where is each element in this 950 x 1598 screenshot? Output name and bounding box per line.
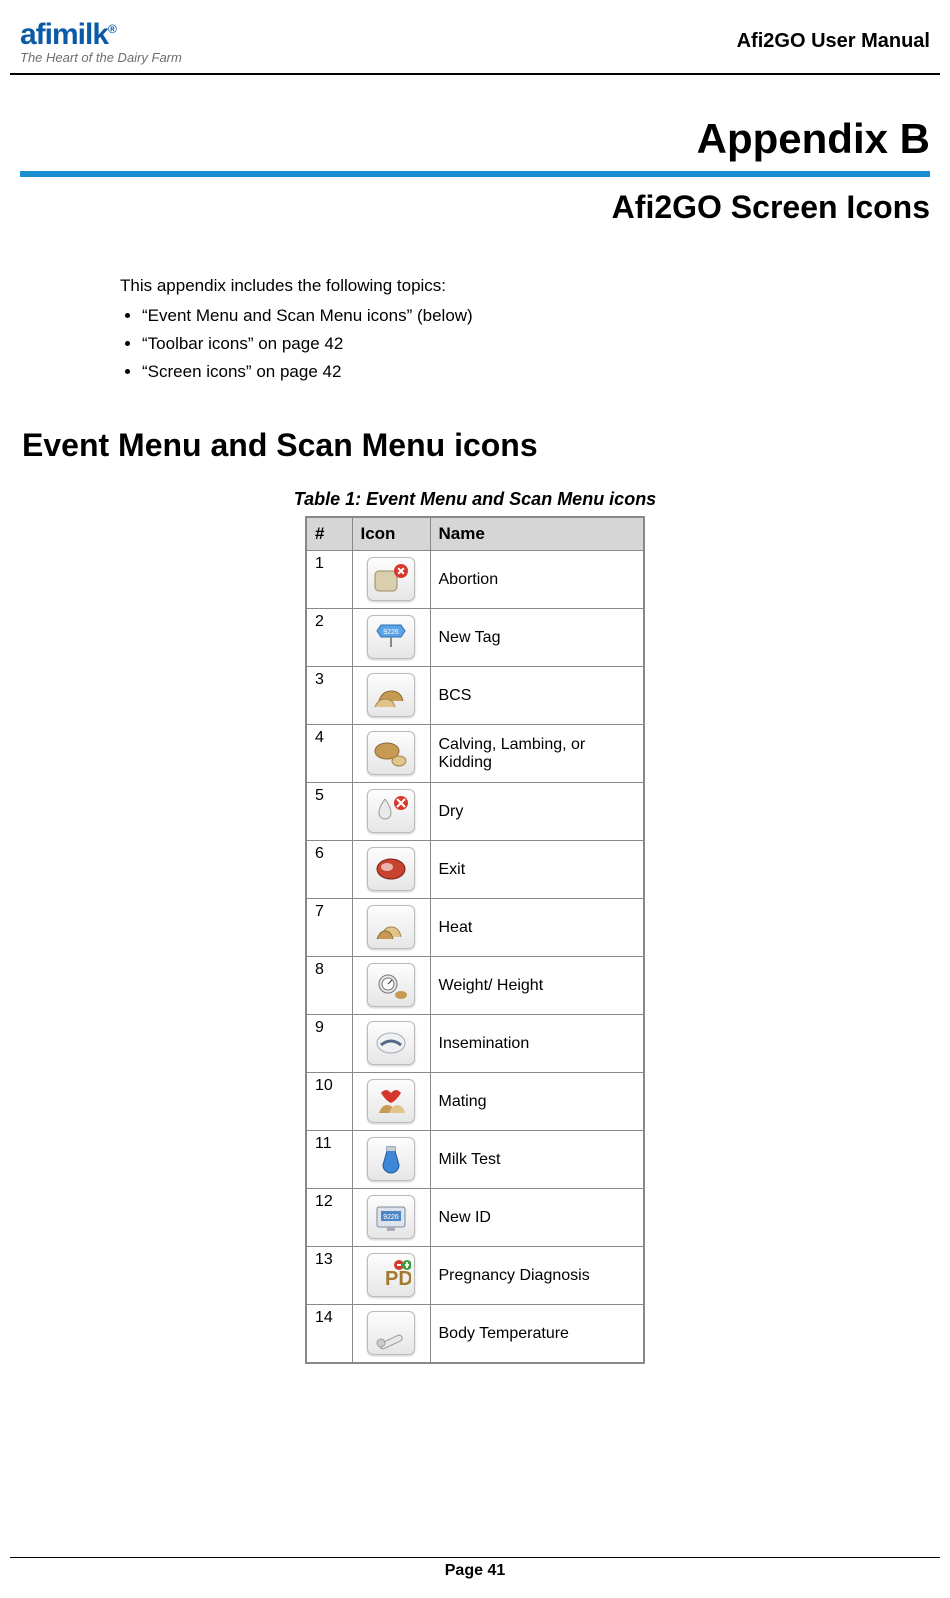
registered-mark: ® (108, 22, 116, 36)
row-name: Mating (430, 1073, 644, 1131)
page-footer: Page 41 (10, 1557, 940, 1580)
row-number: 14 (306, 1305, 352, 1364)
table-row: 13 PD Pregnancy Diagnosis (306, 1247, 644, 1305)
topic-item: “Event Menu and Scan Menu icons” (below) (142, 306, 940, 326)
row-number: 1 (306, 551, 352, 609)
table-row: 14 Body Temperature (306, 1305, 644, 1364)
table-header-row: # Icon Name (306, 517, 644, 551)
row-number: 5 (306, 783, 352, 841)
heat-icon (367, 905, 415, 949)
row-name: Abortion (430, 551, 644, 609)
brand-tagline: The Heart of the Dairy Farm (20, 50, 182, 65)
row-name: New ID (430, 1189, 644, 1247)
table-row: 12 9226 New ID (306, 1189, 644, 1247)
new-tag-icon: 9226 (367, 615, 415, 659)
row-name: Pregnancy Diagnosis (430, 1247, 644, 1305)
row-icon-cell (352, 841, 430, 899)
row-number: 9 (306, 1015, 352, 1073)
row-icon-cell (352, 667, 430, 725)
table-row: 5 Dry (306, 783, 644, 841)
row-name: Calving, Lambing, or Kidding (430, 725, 644, 783)
table-row: 6 Exit (306, 841, 644, 899)
weight-height-icon (367, 963, 415, 1007)
row-number: 4 (306, 725, 352, 783)
svg-text:9226: 9226 (383, 1214, 399, 1221)
table-row: 8 Weight/ Height (306, 957, 644, 1015)
row-icon-cell (352, 957, 430, 1015)
row-number: 6 (306, 841, 352, 899)
row-icon-cell (352, 1131, 430, 1189)
row-icon-cell: 9226 (352, 609, 430, 667)
icon-table: # Icon Name 1 Abortion 2 9226 New Tag 3 BCS 4 Ca… (305, 516, 645, 1364)
milk-test-icon (367, 1137, 415, 1181)
table-row: 3 BCS (306, 667, 644, 725)
row-icon-cell (352, 725, 430, 783)
svg-text:9226: 9226 (383, 629, 399, 636)
row-number: 11 (306, 1131, 352, 1189)
brand-logo: afimilk® The Heart of the Dairy Farm (20, 18, 182, 65)
col-header-num: # (306, 517, 352, 551)
col-header-name: Name (430, 517, 644, 551)
row-icon-cell: PD (352, 1247, 430, 1305)
insemination-icon (367, 1021, 415, 1065)
brand-wordmark: afimilk® (20, 18, 182, 52)
topic-item: “Screen icons” on page 42 (142, 362, 940, 382)
row-icon-cell: 9226 (352, 1189, 430, 1247)
intro-text: This appendix includes the following top… (120, 276, 940, 296)
pregnancy-diagnosis-icon: PD (367, 1253, 415, 1297)
row-name: Body Temperature (430, 1305, 644, 1364)
topic-item: “Toolbar icons” on page 42 (142, 334, 940, 354)
row-number: 3 (306, 667, 352, 725)
row-icon-cell (352, 1015, 430, 1073)
row-name: Weight/ Height (430, 957, 644, 1015)
row-number: 12 (306, 1189, 352, 1247)
section-heading: Event Menu and Scan Menu icons (22, 427, 940, 464)
brand-name: afimilk (20, 18, 108, 51)
body-temperature-icon (367, 1311, 415, 1355)
intro-block: This appendix includes the following top… (120, 276, 940, 382)
table-row: 11 Milk Test (306, 1131, 644, 1189)
table-row: 2 9226 New Tag (306, 609, 644, 667)
appendix-heading: Appendix B (10, 115, 930, 163)
exit-icon (367, 847, 415, 891)
row-name: BCS (430, 667, 644, 725)
mating-icon (367, 1079, 415, 1123)
bcs-icon (367, 673, 415, 717)
row-number: 7 (306, 899, 352, 957)
col-header-icon: Icon (352, 517, 430, 551)
row-icon-cell (352, 899, 430, 957)
row-number: 8 (306, 957, 352, 1015)
appendix-subtitle: Afi2GO Screen Icons (10, 189, 930, 226)
row-number: 2 (306, 609, 352, 667)
document-title: Afi2GO User Manual (737, 30, 930, 53)
row-icon-cell (352, 783, 430, 841)
page-body: Appendix B Afi2GO Screen Icons This appe… (0, 75, 950, 1364)
page-number: Page 41 (445, 1562, 505, 1579)
topic-list: “Event Menu and Scan Menu icons” (below)… (142, 306, 940, 382)
row-icon-cell (352, 1073, 430, 1131)
row-name: Dry (430, 783, 644, 841)
dry-icon (367, 789, 415, 833)
svg-text:PD: PD (385, 1268, 411, 1290)
abortion-icon (367, 557, 415, 601)
row-icon-cell (352, 551, 430, 609)
row-name: New Tag (430, 609, 644, 667)
row-icon-cell (352, 1305, 430, 1364)
calving-icon (367, 731, 415, 775)
table-row: 9 Insemination (306, 1015, 644, 1073)
table-row: 7 Heat (306, 899, 644, 957)
table-row: 1 Abortion (306, 551, 644, 609)
page-header: afimilk® The Heart of the Dairy Farm Afi… (10, 0, 940, 75)
table-row: 10 Mating (306, 1073, 644, 1131)
row-number: 13 (306, 1247, 352, 1305)
heading-rule (20, 171, 930, 177)
new-id-icon: 9226 (367, 1195, 415, 1239)
table-row: 4 Calving, Lambing, or Kidding (306, 725, 644, 783)
row-name: Milk Test (430, 1131, 644, 1189)
row-name: Exit (430, 841, 644, 899)
row-name: Insemination (430, 1015, 644, 1073)
table-caption: Table 1: Event Menu and Scan Menu icons (10, 489, 940, 510)
row-name: Heat (430, 899, 644, 957)
row-number: 10 (306, 1073, 352, 1131)
